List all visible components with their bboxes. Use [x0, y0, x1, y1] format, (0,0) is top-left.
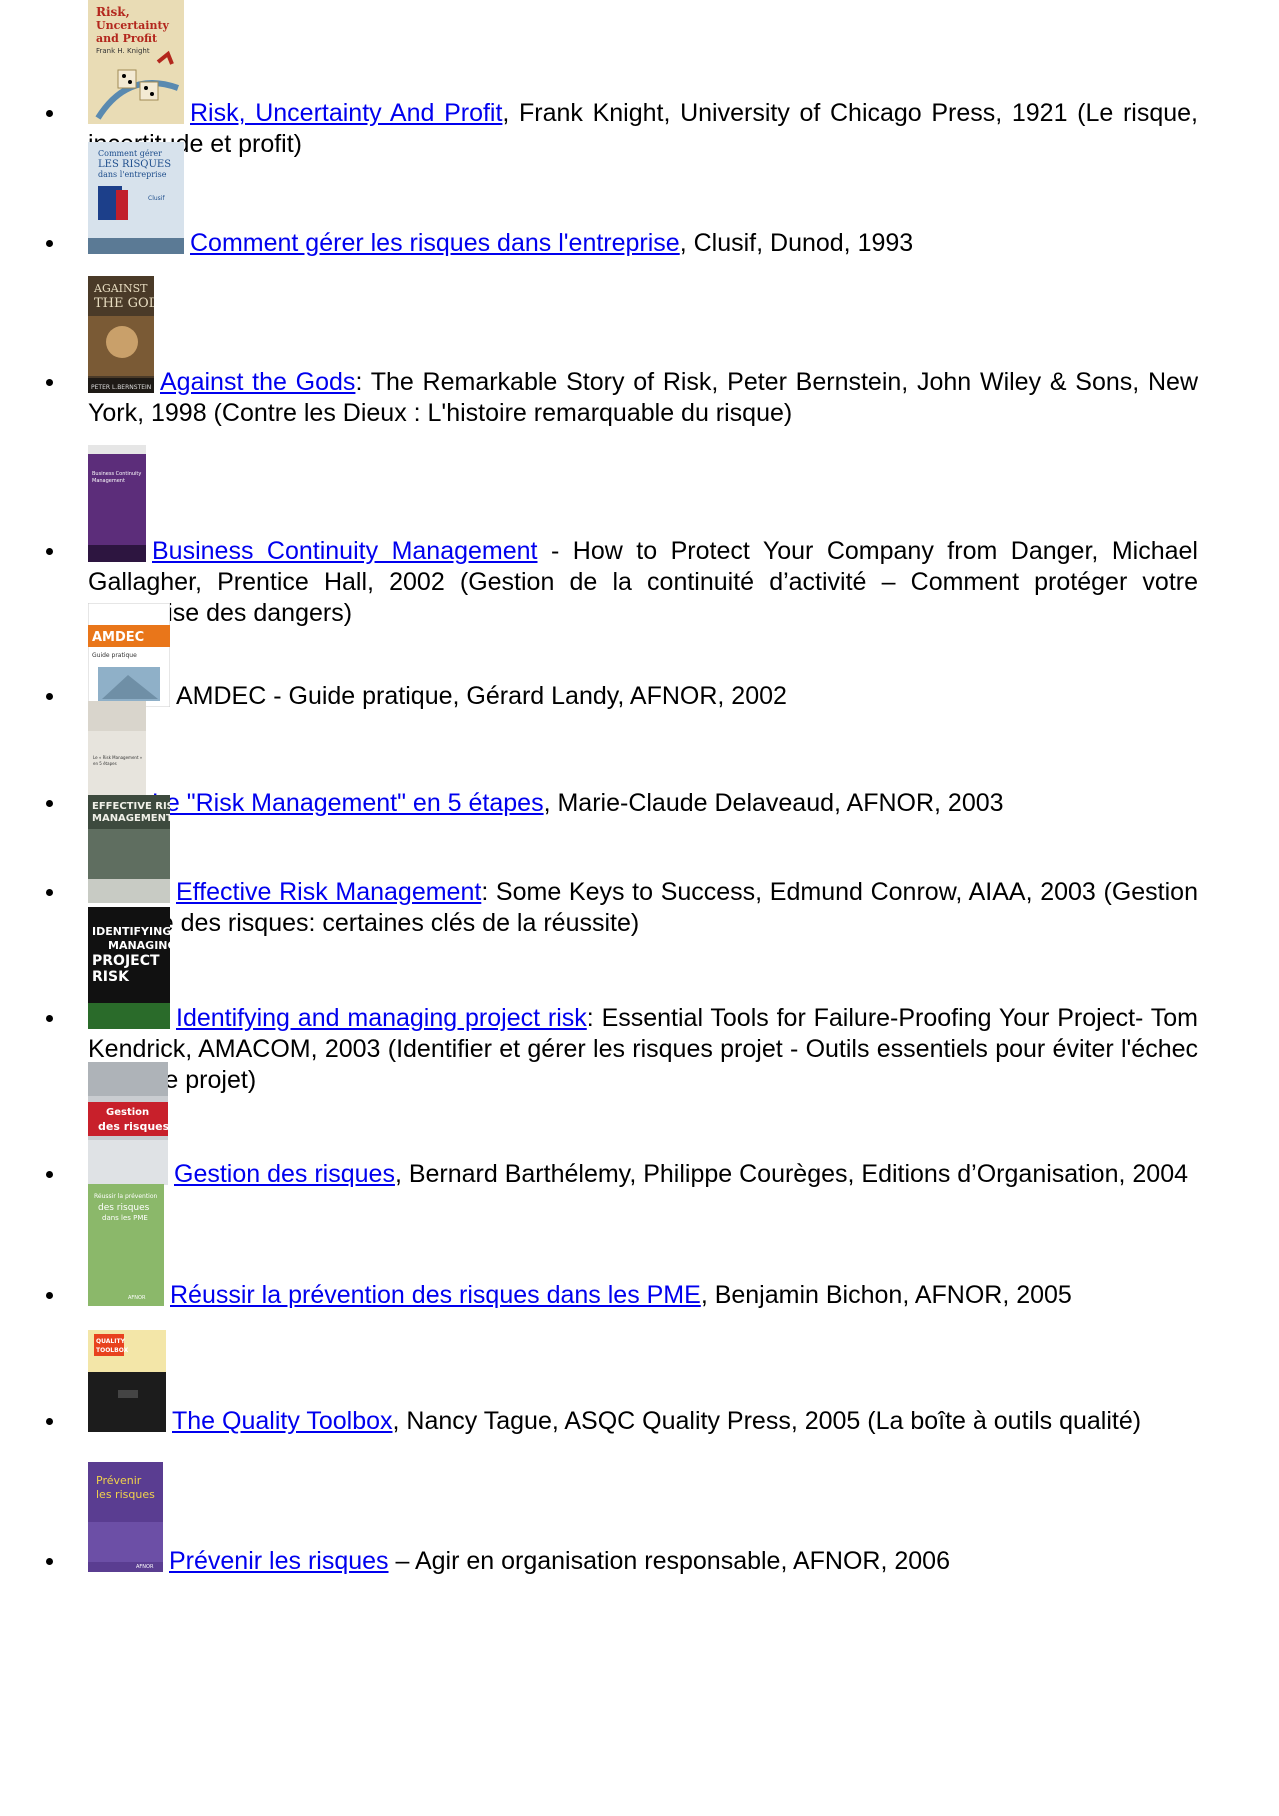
book-cover-reussir-la-prevention: Réussir la prévention des risques dans les…: [88, 1184, 164, 1306]
svg-text:EFFECTIVE RISK: EFFECTIVE RISK: [92, 801, 170, 812]
svg-text:RISK: RISK: [92, 969, 130, 985]
book-details: , Bernard Barthélemy, Philippe Courèges,…: [394, 1160, 1188, 1188]
svg-text:en 5 étapes: en 5 étapes: [93, 761, 117, 766]
svg-text:Réussir la prévention: Réussir la prévention: [94, 1193, 158, 1200]
book-cover-against-the-gods: AGAINSTTHE GODS PETER L.BERNSTEIN: [88, 276, 154, 393]
book-entry: Gestion des risques Gestion des risques, B…: [46, 1062, 1198, 1190]
book-title-link[interactable]: The Quality Toolbox: [172, 1407, 393, 1435]
svg-text:AFNOR: AFNOR: [136, 1564, 154, 1570]
book-title-link[interactable]: Business Continuity Management: [152, 537, 538, 565]
book-cover-identifying-managing-project-risk: IDENTIFYING MANAGING PROJECT RISK: [88, 907, 170, 1029]
book-cover-business-continuity-management: Business Continuity Management: [88, 445, 146, 562]
book-title-link[interactable]: Against the Gods: [160, 368, 355, 396]
svg-text:Le « Risk Management »: Le « Risk Management »: [93, 755, 143, 760]
book-entry: Comment gérer LES RISQUES dans l'entrepris…: [46, 142, 1198, 259]
book-cover-gestion-des-risques: Gestion des risques: [88, 1062, 168, 1185]
svg-text:Gestion: Gestion: [106, 1107, 149, 1118]
svg-text:AFNOR: AFNOR: [128, 1295, 146, 1301]
book-details: , Marie-Claude Delaveaud, AFNOR, 2003: [543, 789, 1004, 817]
book-entry: IDENTIFYING MANAGING PROJECT RISK Identifyin…: [46, 907, 1198, 1096]
svg-text:PROJECT: PROJECT: [92, 953, 160, 969]
book-title-link[interactable]: Gestion des risques: [174, 1160, 395, 1188]
book-details: AMDEC - Guide pratique, Gérard Landy, AF…: [176, 682, 787, 710]
svg-text:Clusif: Clusif: [148, 195, 165, 202]
svg-text:MANAGEMENT: MANAGEMENT: [92, 813, 170, 824]
svg-text:LES RISQUES: LES RISQUES: [98, 159, 171, 170]
svg-text:des risques: des risques: [98, 1203, 150, 1213]
svg-text:Prévenir: Prévenir: [96, 1474, 142, 1487]
svg-text:QUALITY: QUALITY: [96, 1338, 126, 1345]
svg-text:and Profit: and Profit: [96, 32, 158, 45]
svg-text:Management: Management: [92, 478, 125, 484]
book-entry: QUALITY TOOLBOX The Quality Toolbox, Nancy…: [46, 1330, 1198, 1437]
book-entry: Business Continuity Management Business Co…: [46, 445, 1198, 629]
svg-text:Frank H. Knight: Frank H. Knight: [96, 47, 150, 55]
book-cover-effective-risk-management: EFFECTIVE RISKMANAGEMENT: [88, 795, 170, 903]
book-title-link[interactable]: Comment gérer les risques dans l'entrepr…: [190, 229, 680, 257]
svg-text:dans les PME: dans les PME: [102, 1214, 148, 1222]
svg-text:THE GODS: THE GODS: [94, 296, 154, 311]
svg-text:MANAGING: MANAGING: [108, 939, 170, 952]
svg-text:Comment gérer: Comment gérer: [98, 149, 162, 158]
book-cover-quality-toolbox: QUALITY TOOLBOX: [88, 1330, 166, 1432]
book-details: , Benjamin Bichon, AFNOR, 2005: [700, 1281, 1072, 1309]
book-cover-prevenir-les-risques: Prévenir les risques AFNOR: [88, 1462, 163, 1572]
svg-text:Guide pratique: Guide pratique: [92, 652, 137, 659]
book-entry: Risk, Uncertainty and Profit Frank H. Knigh…: [46, 0, 1198, 160]
book-title-link[interactable]: Réussir la prévention des risques dans l…: [170, 1281, 701, 1309]
svg-text:AGAINST: AGAINST: [93, 282, 148, 295]
book-entry: AGAINSTTHE GODS PETER L.BERNSTEIN Against …: [46, 276, 1198, 429]
svg-text:les risques: les risques: [96, 1488, 155, 1501]
svg-text:des risques: des risques: [98, 1120, 168, 1133]
svg-text:Uncertainty: Uncertainty: [96, 19, 170, 32]
book-details: – Agir en organisation responsable, AFNO…: [388, 1547, 950, 1575]
svg-text:Business Continuity: Business Continuity: [92, 471, 141, 477]
book-details: , Clusif, Dunod, 1993: [679, 229, 914, 257]
book-entry: EFFECTIVE RISKMANAGEMENTEffective Risk M…: [46, 795, 1198, 939]
svg-text:TOOLBOX: TOOLBOX: [96, 1347, 129, 1354]
book-title-link[interactable]: Effective Risk Management: [176, 878, 481, 906]
svg-text:AMDEC: AMDEC: [92, 630, 144, 645]
book-entry: AMDEC Guide pratique AMDEC - Guide pratiqu…: [46, 603, 1198, 712]
book-title-link[interactable]: Risk, Uncertainty And Profit: [190, 99, 502, 127]
svg-text:Risk,: Risk,: [96, 5, 130, 19]
book-title-link[interactable]: Le "Risk Management" en 5 étapes: [152, 789, 544, 817]
svg-text:PETER L.BERNSTEIN: PETER L.BERNSTEIN: [91, 384, 151, 391]
svg-text:dans l'entreprise: dans l'entreprise: [98, 170, 167, 179]
book-cover-risk-uncertainty-profit: Risk, Uncertainty and Profit Frank H. Knigh…: [88, 0, 184, 124]
book-title-link[interactable]: Identifying and managing project risk: [176, 1004, 587, 1032]
book-cover-amdec-guide-pratique: AMDEC Guide pratique: [88, 603, 170, 707]
book-cover-comment-gerer-les-risques: Comment gérer LES RISQUES dans l'entrepris…: [88, 142, 184, 254]
svg-text:IDENTIFYING: IDENTIFYING: [92, 925, 170, 938]
book-entry: Réussir la prévention des risques dans les…: [46, 1184, 1198, 1311]
book-entry: Le « Risk Management » en 5 étapes Le "Ris…: [46, 701, 1198, 819]
book-title-link[interactable]: Prévenir les risques: [169, 1547, 389, 1575]
book-entry: Prévenir les risques AFNOR Prévenir les ris…: [46, 1462, 1198, 1577]
book-details: , Nancy Tague, ASQC Quality Press, 2005 …: [392, 1407, 1142, 1435]
